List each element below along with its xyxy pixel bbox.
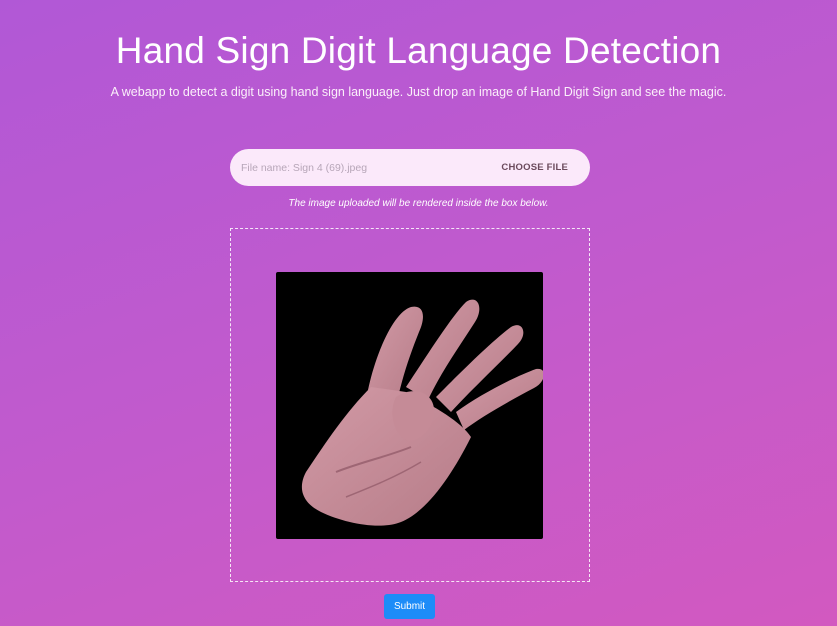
file-upload-field[interactable]: File name: Sign 4 (69).jpeg CHOOSE FILE xyxy=(230,149,590,186)
upload-hint: The image uploaded will be rendered insi… xyxy=(288,198,549,209)
image-drop-zone[interactable] xyxy=(230,228,590,582)
uploaded-image-preview xyxy=(276,272,543,539)
hand-sign-image xyxy=(301,299,543,526)
file-name-label: File name: Sign 4 (69).jpeg xyxy=(241,161,368,174)
page-title: Hand Sign Digit Language Detection xyxy=(115,30,722,71)
choose-file-button[interactable]: CHOOSE FILE xyxy=(501,162,568,173)
page-subtitle: A webapp to detect a digit using hand si… xyxy=(110,85,727,99)
submit-button[interactable]: Submit xyxy=(384,594,435,619)
